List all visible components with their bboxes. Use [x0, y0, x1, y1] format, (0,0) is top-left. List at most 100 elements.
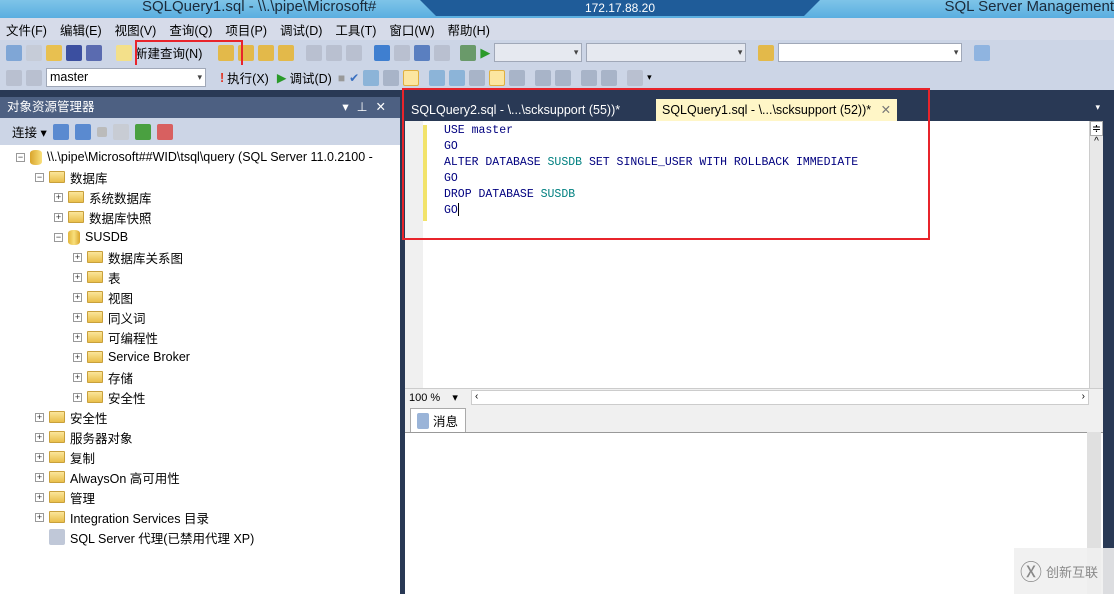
execute-button[interactable]: ! 执行(X)	[218, 68, 271, 87]
stop-icon[interactable]: ■	[338, 71, 345, 85]
start-icon[interactable]: ▶	[480, 45, 490, 61]
cut-icon[interactable]	[306, 44, 323, 61]
tree-node[interactable]: − \\.\pipe\Microsoft##WID\tsql\query (SQL…	[16, 147, 373, 167]
copy-icon[interactable]	[326, 44, 343, 61]
menu-item[interactable]: 窗口(W)	[389, 20, 434, 39]
parse-icon[interactable]: ✔	[349, 71, 359, 85]
results-to-file-icon[interactable]	[469, 69, 486, 86]
expand-icon[interactable]: +	[73, 272, 82, 282]
expand-icon[interactable]: +	[73, 312, 82, 322]
expand-icon[interactable]: +	[73, 332, 82, 342]
activity-monitor-icon[interactable]	[460, 44, 477, 61]
menu-item[interactable]: 文件(F)	[6, 20, 47, 39]
open-file-icon[interactable]	[46, 44, 62, 61]
tree-node[interactable]: − SUSDB	[54, 227, 128, 247]
navigate-icon[interactable]	[414, 44, 431, 61]
expand-icon[interactable]: +	[73, 292, 82, 302]
expand-icon[interactable]: +	[73, 392, 82, 402]
tree-node[interactable]: + Service Broker	[73, 347, 190, 367]
decrease-indent-icon[interactable]	[581, 69, 598, 86]
xmla-query-icon[interactable]	[278, 44, 295, 61]
undo-icon[interactable]	[374, 44, 391, 61]
results-to-text-icon[interactable]	[403, 69, 420, 86]
find-combo[interactable]	[778, 43, 963, 62]
horizontal-scrollbar[interactable]: ‹ ›	[471, 390, 1089, 405]
menu-item[interactable]: 工具(T)	[335, 20, 376, 39]
find-in-files-icon[interactable]	[758, 44, 775, 61]
new-project-icon[interactable]	[6, 44, 22, 61]
tree-node[interactable]: + 存储	[73, 367, 133, 387]
editor-vertical-scrollbar[interactable]: ≑ ^	[1089, 121, 1103, 388]
menu-item[interactable]: 编辑(E)	[60, 20, 102, 39]
expand-icon[interactable]: +	[35, 412, 44, 422]
expand-icon[interactable]: +	[73, 252, 82, 262]
report-icon[interactable]	[434, 44, 451, 61]
menu-item[interactable]: 项目(P)	[225, 20, 267, 39]
expand-icon[interactable]: +	[54, 212, 63, 222]
tree-node[interactable]: − 数据库	[35, 167, 108, 187]
split-icon[interactable]: ≑	[1090, 121, 1103, 136]
dmx-query-icon[interactable]	[258, 44, 275, 61]
disconnect-icon[interactable]	[26, 69, 42, 86]
menu-item[interactable]: 调试(D)	[280, 20, 322, 39]
collapse-icon[interactable]: −	[54, 232, 63, 242]
comment-icon[interactable]	[535, 69, 552, 86]
expand-icon[interactable]: +	[35, 492, 44, 502]
expand-icon[interactable]: +	[54, 192, 63, 202]
tree-node[interactable]: + 管理	[35, 487, 95, 507]
client-statistics-icon[interactable]	[449, 69, 466, 86]
expand-icon[interactable]: +	[35, 452, 44, 462]
menu-item[interactable]: 视图(V)	[115, 20, 157, 39]
uncomment-icon[interactable]	[555, 69, 572, 86]
results-to-grid-icon[interactable]	[489, 69, 506, 86]
redo-icon[interactable]	[394, 44, 411, 61]
close-icon[interactable]: ✕	[376, 100, 394, 114]
expand-icon[interactable]: +	[35, 512, 44, 522]
refresh-icon[interactable]	[134, 123, 151, 140]
disconnect-server-icon[interactable]	[74, 123, 91, 140]
tree-node[interactable]: SQL Server 代理(已禁用代理 XP)	[35, 527, 254, 547]
solution-config-select[interactable]	[494, 43, 583, 62]
remote-desktop-bar[interactable]: 172.17.88.20	[420, 0, 820, 16]
tree-node[interactable]: + 视图	[73, 287, 133, 307]
database-select[interactable]: master	[46, 68, 206, 87]
connect-icon[interactable]	[6, 69, 22, 86]
expand-icon[interactable]: +	[73, 372, 82, 382]
zoom-select[interactable]: 100 % ▾	[409, 391, 458, 404]
tree-node[interactable]: + 表	[73, 267, 121, 287]
tree-node[interactable]: + 数据库关系图	[73, 247, 183, 267]
tree-node[interactable]: + 安全性	[73, 387, 146, 407]
tree-node[interactable]: + 数据库快照	[54, 207, 152, 227]
platform-select[interactable]	[586, 43, 747, 62]
specify-values-icon[interactable]	[627, 69, 644, 86]
include-plan-icon[interactable]	[429, 69, 446, 86]
connect-button[interactable]: 连接 ▾	[12, 122, 47, 141]
estimated-plan-icon[interactable]	[363, 69, 380, 86]
collapse-icon[interactable]: −	[35, 172, 44, 182]
tab-list-icon[interactable]: ▾	[1095, 102, 1100, 113]
save-all-icon[interactable]	[86, 44, 102, 61]
tree-node[interactable]: + 复制	[35, 447, 95, 467]
stop-icon[interactable]	[96, 126, 107, 137]
pin-icon[interactable]: ⊥	[357, 100, 376, 114]
activity-icon[interactable]	[156, 123, 173, 140]
scroll-right-icon[interactable]: ›	[1082, 391, 1085, 402]
messages-area[interactable]	[405, 432, 1103, 594]
object-search-icon[interactable]	[974, 44, 991, 61]
results-pane-icon[interactable]	[509, 69, 526, 86]
scroll-left-icon[interactable]: ‹	[475, 391, 478, 402]
increase-indent-icon[interactable]	[601, 69, 618, 86]
menu-item[interactable]: 帮助(H)	[448, 20, 490, 39]
collapse-icon[interactable]: −	[16, 152, 25, 162]
expand-icon[interactable]: +	[35, 472, 44, 482]
query-options-icon[interactable]	[383, 69, 400, 86]
tab-messages[interactable]: 消息	[410, 408, 466, 432]
tree-node[interactable]: + AlwaysOn 高可用性	[35, 467, 180, 487]
tree-node[interactable]: + 安全性	[35, 407, 108, 427]
dropdown-icon[interactable]: ▾	[342, 100, 356, 114]
debug-button[interactable]: ▶ 调试(D)	[275, 68, 334, 87]
save-icon[interactable]	[66, 44, 82, 61]
scroll-up-icon[interactable]: ^	[1090, 136, 1103, 147]
expand-icon[interactable]: +	[73, 352, 82, 362]
filter-icon[interactable]	[112, 123, 129, 140]
